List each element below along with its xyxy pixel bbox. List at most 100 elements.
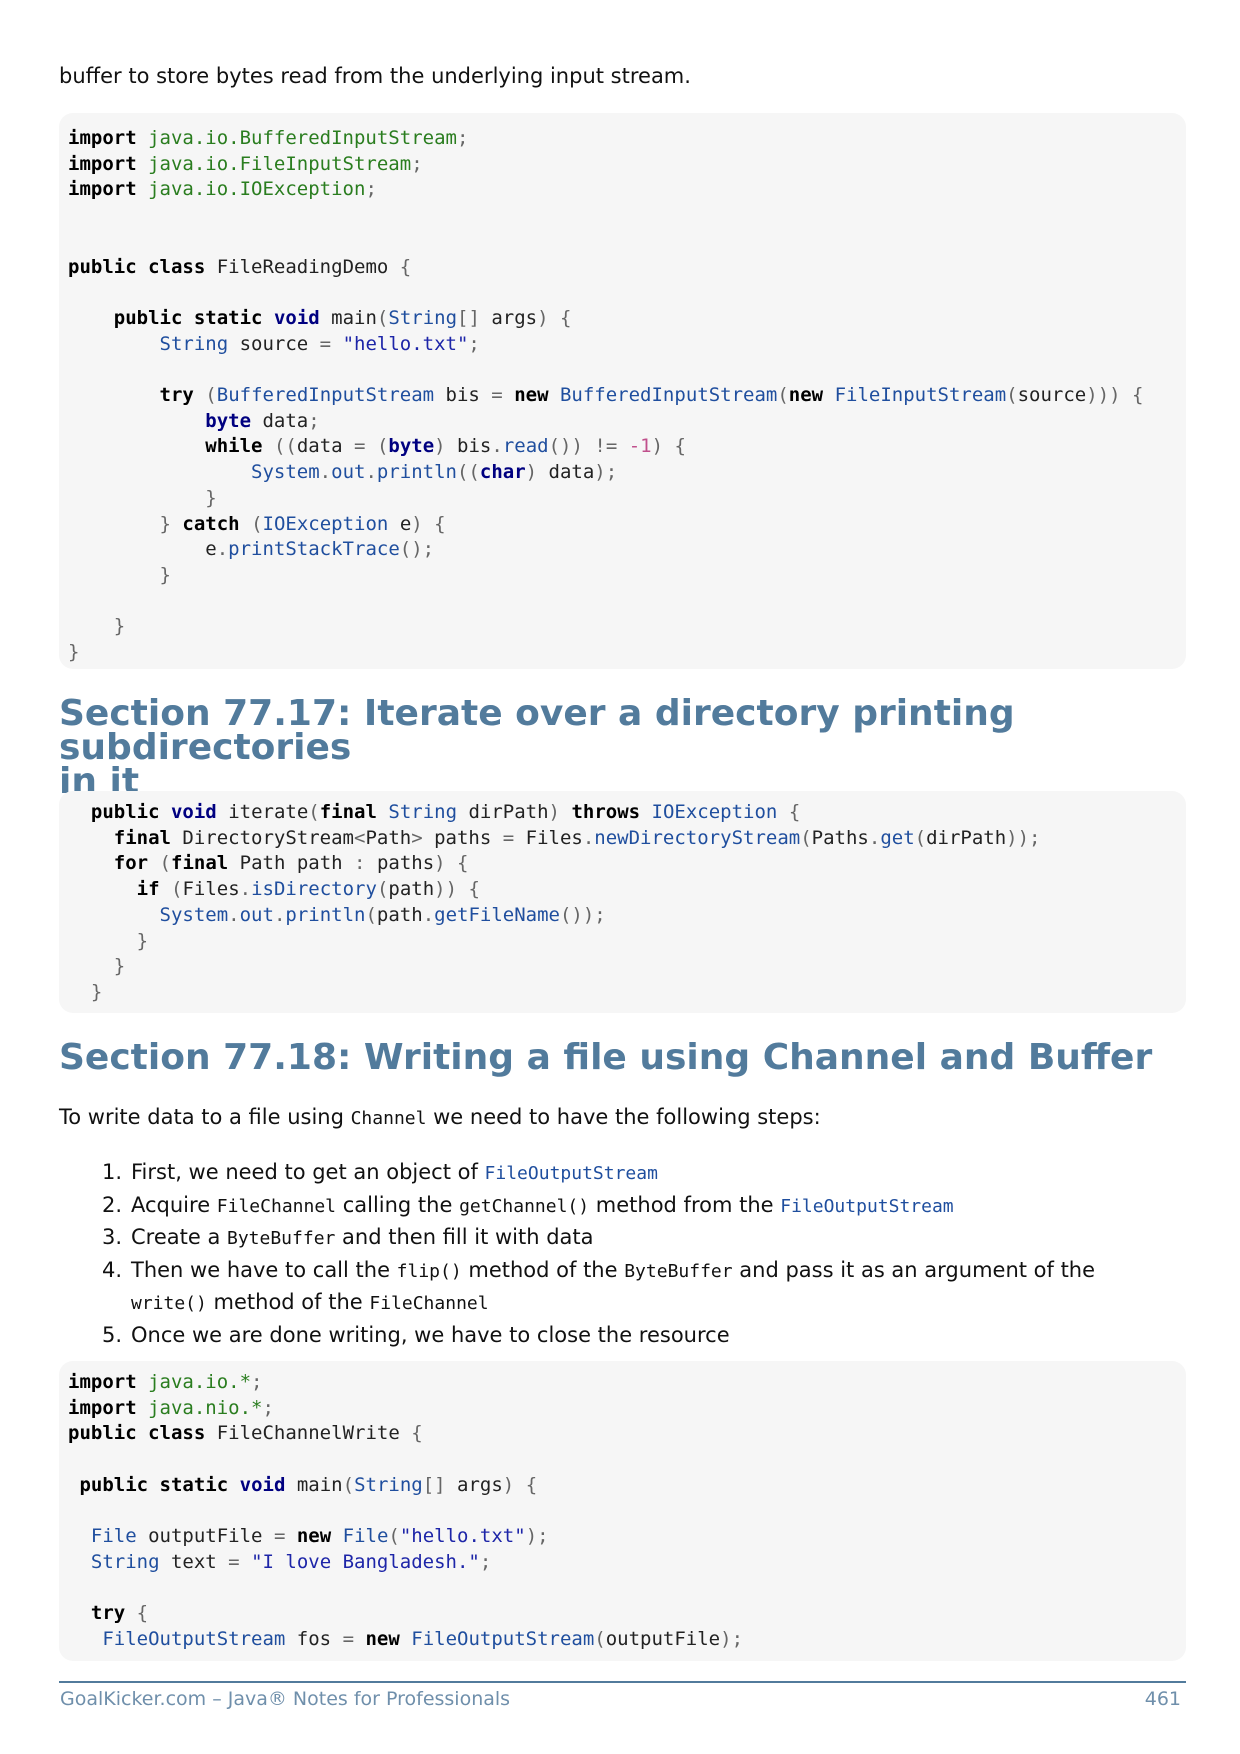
code-token: getFileName — [434, 903, 560, 926]
code-token: IOException — [651, 801, 778, 823]
code-token: dirPath — [926, 826, 1007, 849]
code-token: ) — [411, 512, 423, 535]
code-token: ; — [262, 1396, 274, 1419]
code-line: } catch (IOException e) { — [68, 512, 446, 538]
code-token: ( — [388, 1525, 400, 1548]
code-token: { — [674, 435, 686, 458]
code-token: import — [68, 178, 137, 201]
code-line: FileOutputStream fos = new FileOutputStr… — [68, 1627, 743, 1653]
list-item-number: 5. — [101, 1322, 122, 1347]
code-token: { — [560, 306, 572, 329]
code-token: : — [354, 852, 366, 875]
code-line: import java.io.FileInputStream; — [68, 152, 423, 178]
code-token: . — [365, 461, 377, 484]
code-token: get — [880, 826, 915, 849]
code-line: try (BufferedInputStream bis = new Buffe… — [68, 383, 1144, 409]
code-line: try { — [68, 1601, 148, 1627]
code-token: paths — [422, 826, 503, 849]
code-token: data — [537, 461, 595, 484]
list-item-text-run: Create a — [131, 1225, 227, 1249]
code-token: String — [388, 306, 458, 329]
code-line: while ((data = (byte) bis.read()) != -1)… — [68, 434, 686, 460]
code-line: if (Files.isDirectory(path)) { — [68, 877, 480, 903]
code-token: ()) — [548, 435, 583, 458]
code-token: = — [319, 332, 332, 355]
code-token: System — [251, 461, 320, 484]
inline-code: flip() — [396, 1260, 462, 1282]
code-token: } — [159, 563, 171, 586]
code-token: read — [502, 435, 549, 458]
code-token: ; — [468, 332, 480, 355]
section-title-line-1: Section 77.17: Iterate over a directory … — [59, 693, 1015, 768]
code-token: void — [239, 1473, 286, 1496]
code-token: System — [159, 903, 229, 926]
list-item-number: 4. — [101, 1257, 122, 1282]
code-token: . — [422, 903, 435, 926]
code-token: )) — [434, 878, 458, 901]
code-token: throws — [571, 801, 641, 823]
code-token: } — [205, 486, 217, 509]
code-token: Paths — [811, 826, 869, 849]
code-token: } — [113, 615, 126, 638]
code-token: path — [376, 903, 423, 926]
code-line: } — [68, 929, 148, 955]
code-token: . — [273, 903, 286, 926]
code-line: String text = "I love Bangladesh."; — [68, 1550, 491, 1576]
code-token: . — [239, 878, 252, 901]
section-title-77-17: Section 77.17: Iterate over a directory … — [59, 693, 1189, 800]
list-item: 2. Acquire FileChannel calling the getCha… — [90, 1190, 1150, 1223]
code-token: BufferedInputStream — [559, 384, 778, 406]
code-token: } — [68, 641, 80, 663]
code-token: ( — [594, 1628, 606, 1650]
code-token: class — [148, 255, 206, 278]
code-line: public class FileReadingDemo { — [68, 255, 411, 281]
code-token: { — [1132, 384, 1144, 406]
code-token: data — [251, 409, 309, 432]
code-token: java.io.FileInputStream — [148, 152, 412, 175]
code-token: final — [113, 826, 171, 849]
code-token: final — [171, 852, 229, 875]
code-token: [] — [457, 306, 480, 329]
code-token: = — [491, 384, 503, 406]
code-token: public — [113, 306, 183, 329]
code-token: } — [159, 512, 171, 535]
list-item: 3. Create a ByteBuffer and then fill it w… — [90, 1222, 1150, 1255]
code-token: ; — [411, 152, 423, 175]
code-token: catch — [182, 512, 240, 535]
code-token: { — [457, 852, 469, 875]
code-token: . — [868, 826, 881, 849]
code-token: import — [68, 1371, 137, 1393]
code-line: } — [68, 640, 79, 666]
inline-code-link: FileOutputStream — [780, 1195, 954, 1217]
code-token: while — [205, 435, 263, 458]
code-token: Files — [182, 878, 240, 901]
footer-site-title[interactable]: GoalKicker.com – Java® Notes for Profess… — [60, 1688, 510, 1710]
code-token: new — [514, 384, 549, 406]
code-token: for — [113, 852, 149, 875]
code-token: IOException — [262, 512, 389, 535]
code-token: . — [228, 903, 240, 926]
code-token: < — [354, 826, 366, 849]
code-token: FileReadingDemo — [205, 255, 400, 278]
code-token: public — [79, 1473, 149, 1496]
